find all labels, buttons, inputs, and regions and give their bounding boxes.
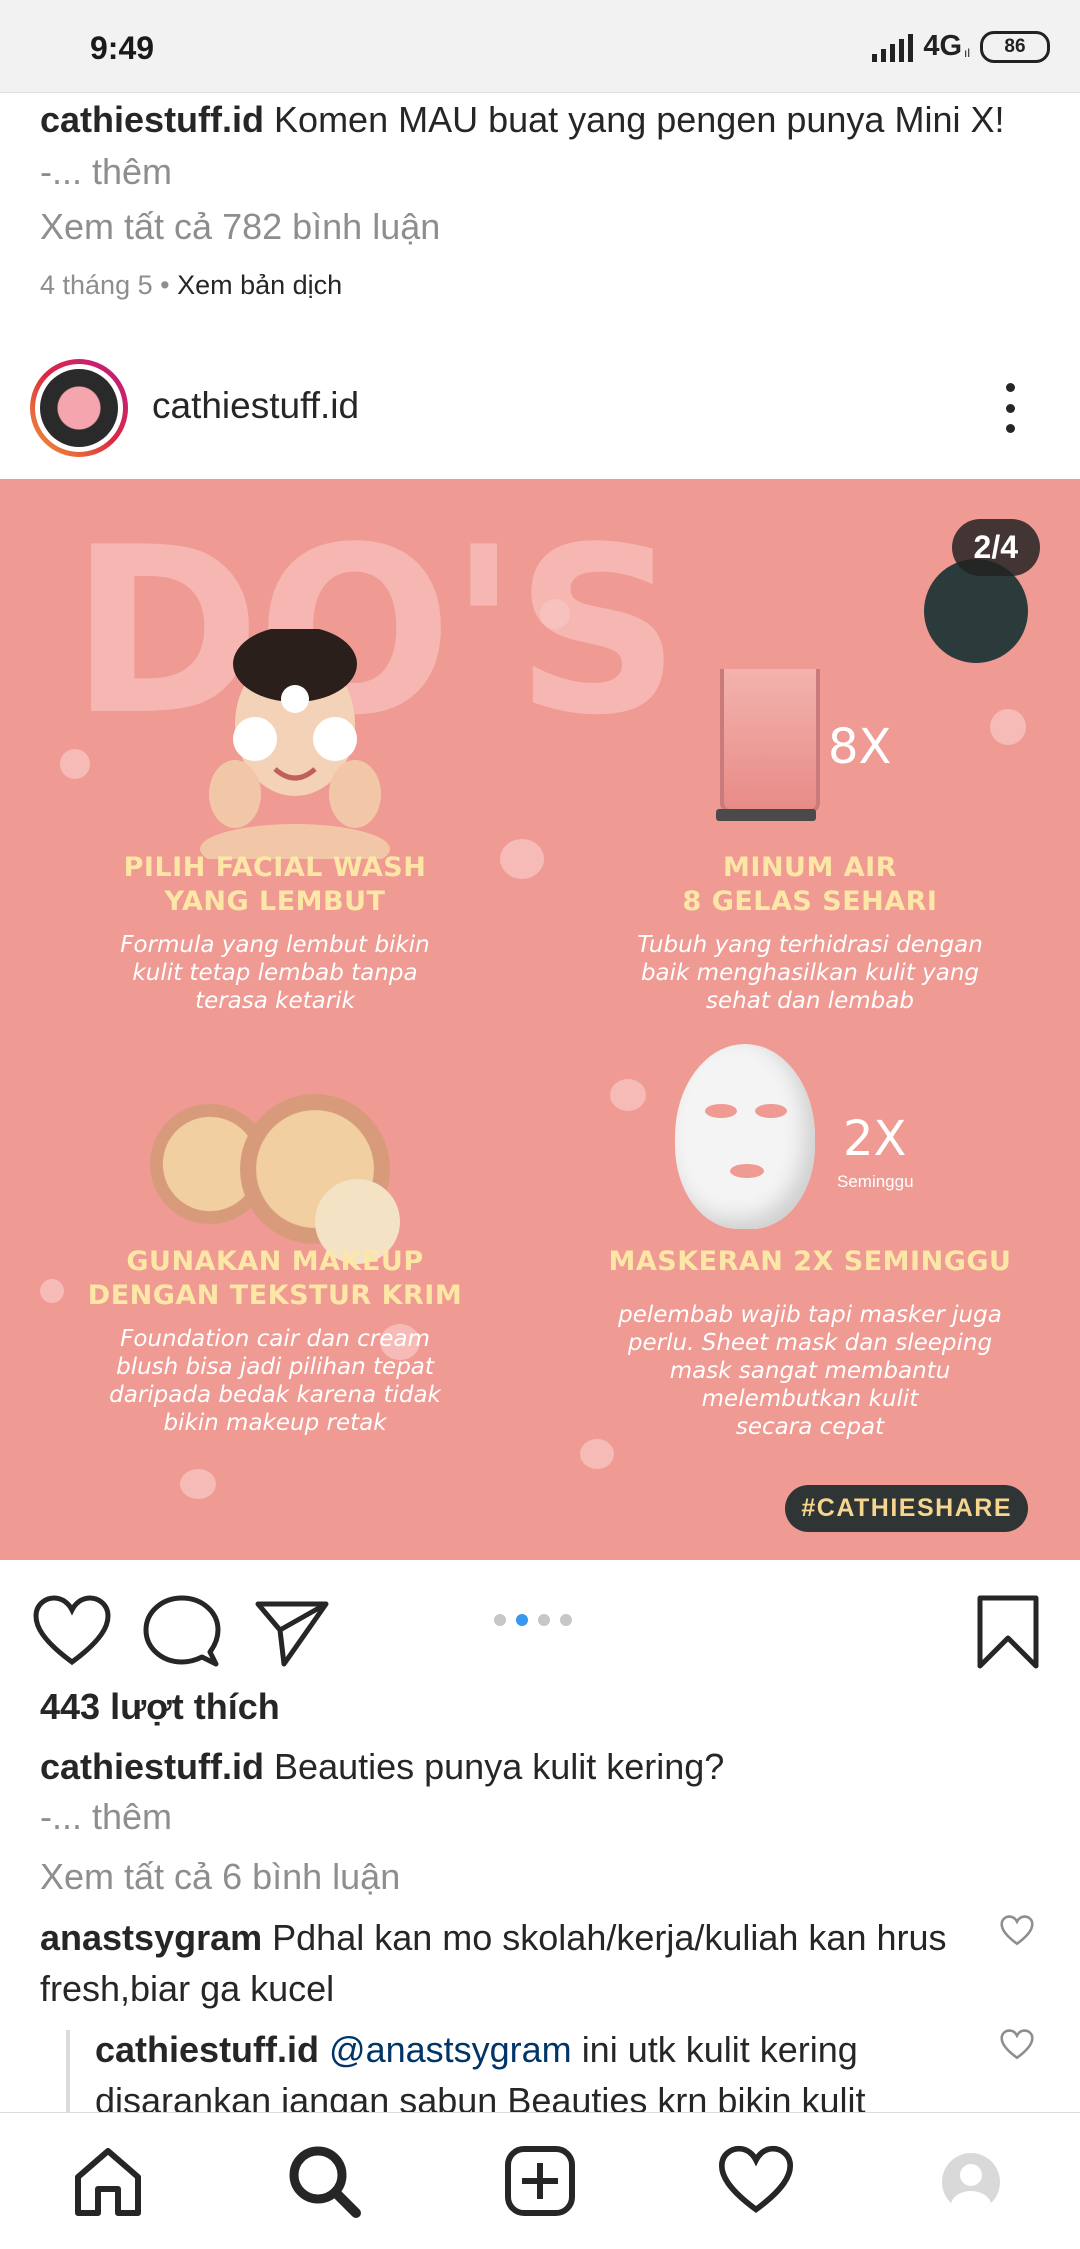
prev-post-dateline: 4 tháng 5 • Xem bản dịch <box>40 270 342 301</box>
carousel-dot <box>538 1614 550 1626</box>
home-icon[interactable] <box>70 2143 146 2219</box>
search-icon[interactable] <box>286 2143 362 2219</box>
prev-post-more-link[interactable]: -... thêm <box>40 151 172 192</box>
prev-post-username[interactable]: cathiestuff.id <box>40 99 264 140</box>
post-caption: cathiestuff.id Beauties punya kulit keri… <box>40 1742 1050 1842</box>
face-wash-illustration <box>200 629 390 859</box>
tip-description: Foundation cair dan cream blush bisa jadi… <box>109 1326 441 1436</box>
carousel-dot-active <box>516 1614 528 1626</box>
prev-post-caption: cathiestuff.id Komen MAU buat yang penge… <box>40 94 1050 198</box>
tip-cream-makeup: GUNAKAN MAKEUP DENGAN TEKSTUR KRIM Founda… <box>65 1245 485 1437</box>
tip-title: GUNAKAN MAKEUP DENGAN TEKSTUR KRIM <box>87 1246 463 1311</box>
comment-icon[interactable] <box>142 1592 222 1672</box>
tip-description: Formula yang lembut bikin kulit tetap lem… <box>120 932 430 1014</box>
prev-post-date: 4 tháng 5 <box>40 270 153 300</box>
add-post-icon[interactable] <box>502 2143 578 2219</box>
caption-more-link[interactable]: -... thêm <box>40 1796 172 1837</box>
heart-icon[interactable] <box>32 1592 112 1672</box>
tip-facial-wash: PILIH FACIAL WASH YANG LEMBUT Formula yan… <box>75 851 475 1015</box>
signal-icon <box>872 32 914 62</box>
send-icon[interactable] <box>252 1592 332 1672</box>
prev-post-caption-text: Komen MAU buat yang pengen punya Mini X! <box>274 99 1005 140</box>
mask-multiplier-sub: Seminggu <box>837 1172 914 1191</box>
battery-icon: 86 <box>980 30 1050 63</box>
view-all-comments-link[interactable]: Xem tất cả 6 bình luận <box>40 1856 400 1898</box>
likes-count[interactable]: 443 lượt thích <box>40 1686 280 1728</box>
tip-title: MASKERAN 2X SEMINGGU <box>608 1246 1012 1277</box>
tip-description: Tubuh yang terhidrasi dengan baik menghas… <box>637 932 983 1014</box>
reply-username[interactable]: cathiestuff.id <box>95 2029 319 2070</box>
carousel-dot <box>494 1614 506 1626</box>
comment-username[interactable]: anastsygram <box>40 1917 262 1958</box>
reply-like-icon[interactable] <box>1000 2028 1034 2062</box>
carousel-counter: 2/4 <box>951 519 1040 576</box>
caption-text: Beauties punya kulit kering? <box>274 1746 725 1787</box>
carousel-dot <box>560 1614 572 1626</box>
translate-link[interactable]: Xem bản dịch <box>177 270 342 300</box>
battery-level: 86 <box>1004 35 1026 57</box>
mask-multiplier: 2X <box>843 1111 907 1167</box>
prev-view-comments-link[interactable]: Xem tất cả 782 bình luận <box>40 206 440 248</box>
status-bar: 9:49 4G ıl 86 <box>0 0 1080 93</box>
caption-username[interactable]: cathiestuff.id <box>40 1746 264 1787</box>
profile-icon <box>951 2164 991 2211</box>
post-image[interactable]: DO'S 2/4 8X 2X Seminggu PILIH FACIAL WAS… <box>0 479 1080 1560</box>
profile-avatar[interactable] <box>942 2153 1000 2211</box>
status-icons: 4G ıl 86 <box>872 30 1050 63</box>
glass-multiplier: 8X <box>828 719 892 775</box>
tip-sheet-mask: MASKERAN 2X SEMINGGU pelembab wajib tapi… <box>590 1245 1030 1441</box>
network-label: 4G <box>923 30 962 62</box>
sheet-mask-illustration <box>675 1044 815 1229</box>
status-time: 9:49 <box>90 30 155 66</box>
more-options-icon[interactable] <box>995 383 1025 433</box>
post-actions <box>0 1560 1080 1700</box>
post-header: cathiestuff.id <box>0 345 1080 475</box>
reply-item: cathiestuff.id @anastsygram ini utk kuli… <box>95 2024 955 2126</box>
post-username[interactable]: cathiestuff.id <box>152 385 359 427</box>
water-glass-illustration <box>720 669 820 813</box>
network-signal-label: ıl <box>964 45 970 60</box>
tip-title: PILIH FACIAL WASH YANG LEMBUT <box>123 852 427 917</box>
comment-item: anastsygram Pdhal kan mo skolah/kerja/ku… <box>40 1912 960 2014</box>
bookmark-icon[interactable] <box>968 1592 1048 1672</box>
tip-drink-water: MINUM AIR 8 GELAS SEHARI Tubuh yang terhi… <box>600 851 1020 1015</box>
post-avatar[interactable] <box>30 359 128 457</box>
comment-like-icon[interactable] <box>1000 1914 1034 1948</box>
activity-heart-icon[interactable] <box>718 2143 794 2219</box>
carousel-indicator <box>494 1614 572 1626</box>
hashtag-badge: #CATHIESHARE <box>785 1485 1028 1532</box>
dateline-separator: • <box>152 270 178 300</box>
bottom-navigation <box>0 2112 1080 2249</box>
tip-title: MINUM AIR 8 GELAS SEHARI <box>682 852 938 917</box>
tip-description: pelembab wajib tapi masker juga perlu. Sh… <box>618 1302 1002 1440</box>
reply-mention[interactable]: @anastsygram <box>329 2029 572 2070</box>
